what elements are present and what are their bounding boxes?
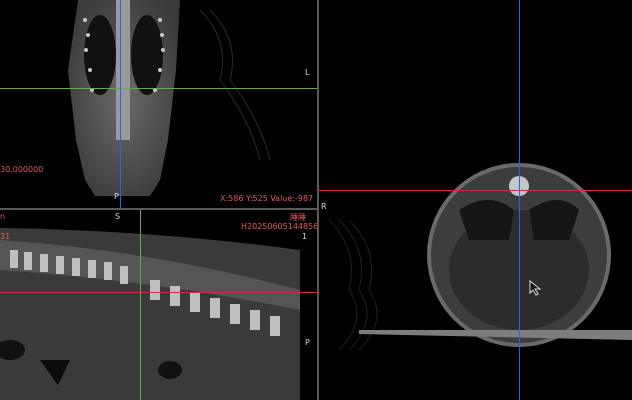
orientation-label-bottom: P [114, 192, 119, 201]
axial-image [328, 163, 632, 351]
orientation-label-left: L [305, 68, 310, 77]
sagittal-viewport[interactable]: S P 睡睡 H20250605144856 1 n 31 [0, 210, 317, 400]
sagittal-crosshair-vertical[interactable] [140, 210, 141, 400]
coronal-image [68, 0, 271, 196]
edge-label-2: 31 [0, 232, 11, 241]
patient-id: H20250605144856 [241, 222, 317, 231]
pointer-icon [529, 280, 542, 296]
orientation-label-top: S [115, 212, 121, 221]
axial-viewport[interactable]: R [319, 0, 632, 400]
pixel-readout: X:586 Y:525 Value:-987 [220, 194, 314, 203]
orientation-label-right: R [321, 202, 327, 211]
series-number: 1 [302, 232, 308, 241]
edge-label: n [0, 212, 6, 221]
coronal-crosshair-horizontal[interactable] [0, 88, 317, 89]
coronal-crosshair-vertical[interactable] [120, 0, 121, 208]
orientation-label-right: P [305, 338, 310, 347]
coronal-viewport[interactable]: L P 30.000000 X:586 Y:525 Value:-987 [0, 0, 317, 208]
sagittal-crosshair-horizontal[interactable] [0, 292, 317, 293]
axial-crosshair-vertical[interactable] [519, 0, 520, 400]
sagittal-image [0, 228, 300, 400]
slice-value-text: 30.000000 [0, 165, 44, 174]
axial-crosshair-horizontal[interactable] [319, 190, 632, 191]
